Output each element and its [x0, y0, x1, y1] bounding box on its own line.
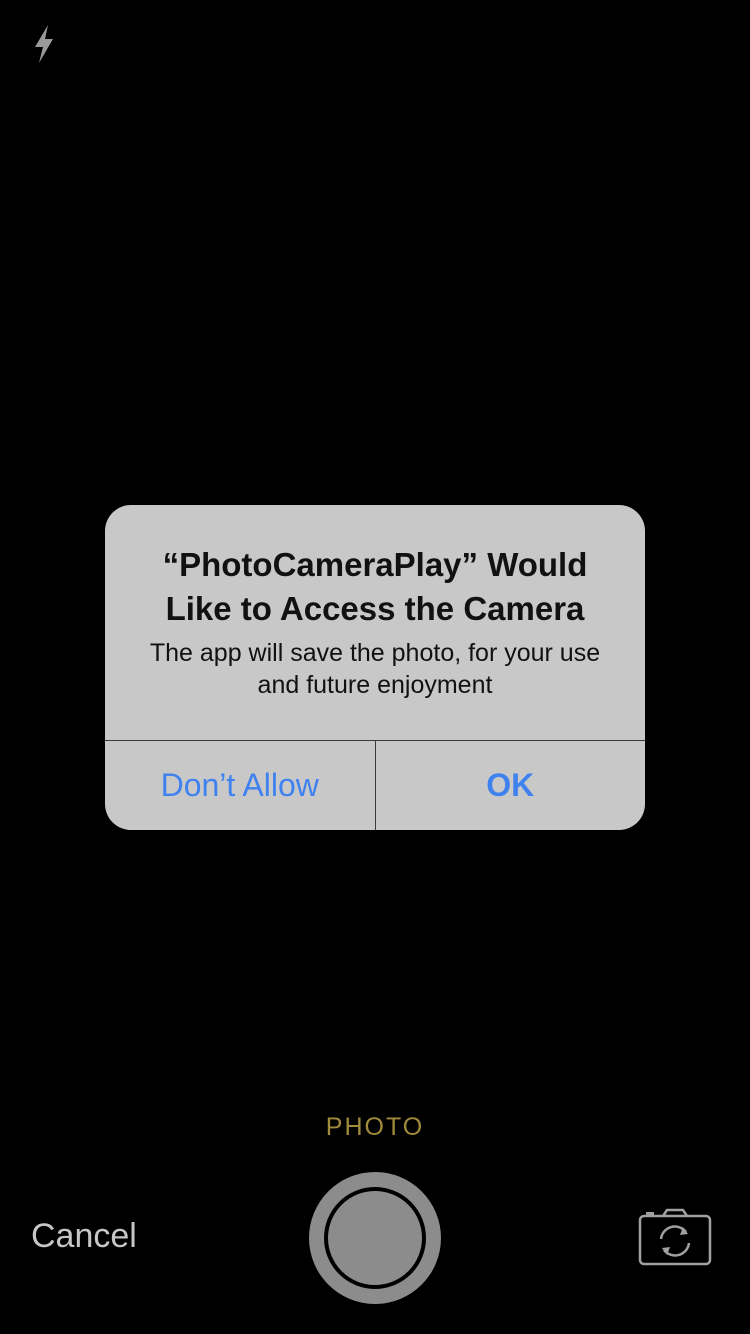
permission-alert: “PhotoCameraPlay” Would Like to Access t… [105, 505, 645, 830]
dont-allow-button[interactable]: Don’t Allow [105, 741, 375, 830]
flash-icon [35, 25, 53, 63]
shutter-inner-ring [324, 1187, 426, 1289]
cancel-button[interactable]: Cancel [31, 1217, 137, 1256]
alert-message: The app will save the photo, for your us… [149, 639, 601, 699]
alert-actions: Don’t Allow OK [105, 740, 645, 830]
switch-camera-icon [638, 1208, 712, 1266]
camera-screen: “PhotoCameraPlay” Would Like to Access t… [0, 0, 750, 1334]
alert-body: “PhotoCameraPlay” Would Like to Access t… [105, 505, 645, 741]
flash-button[interactable] [26, 22, 62, 66]
alert-title: “PhotoCameraPlay” Would Like to Access t… [162, 546, 588, 627]
switch-camera-button[interactable] [637, 1208, 713, 1268]
shutter-button[interactable] [309, 1172, 441, 1304]
photo-mode-label[interactable]: PHOTO [0, 1113, 750, 1142]
ok-button[interactable]: OK [374, 741, 646, 830]
